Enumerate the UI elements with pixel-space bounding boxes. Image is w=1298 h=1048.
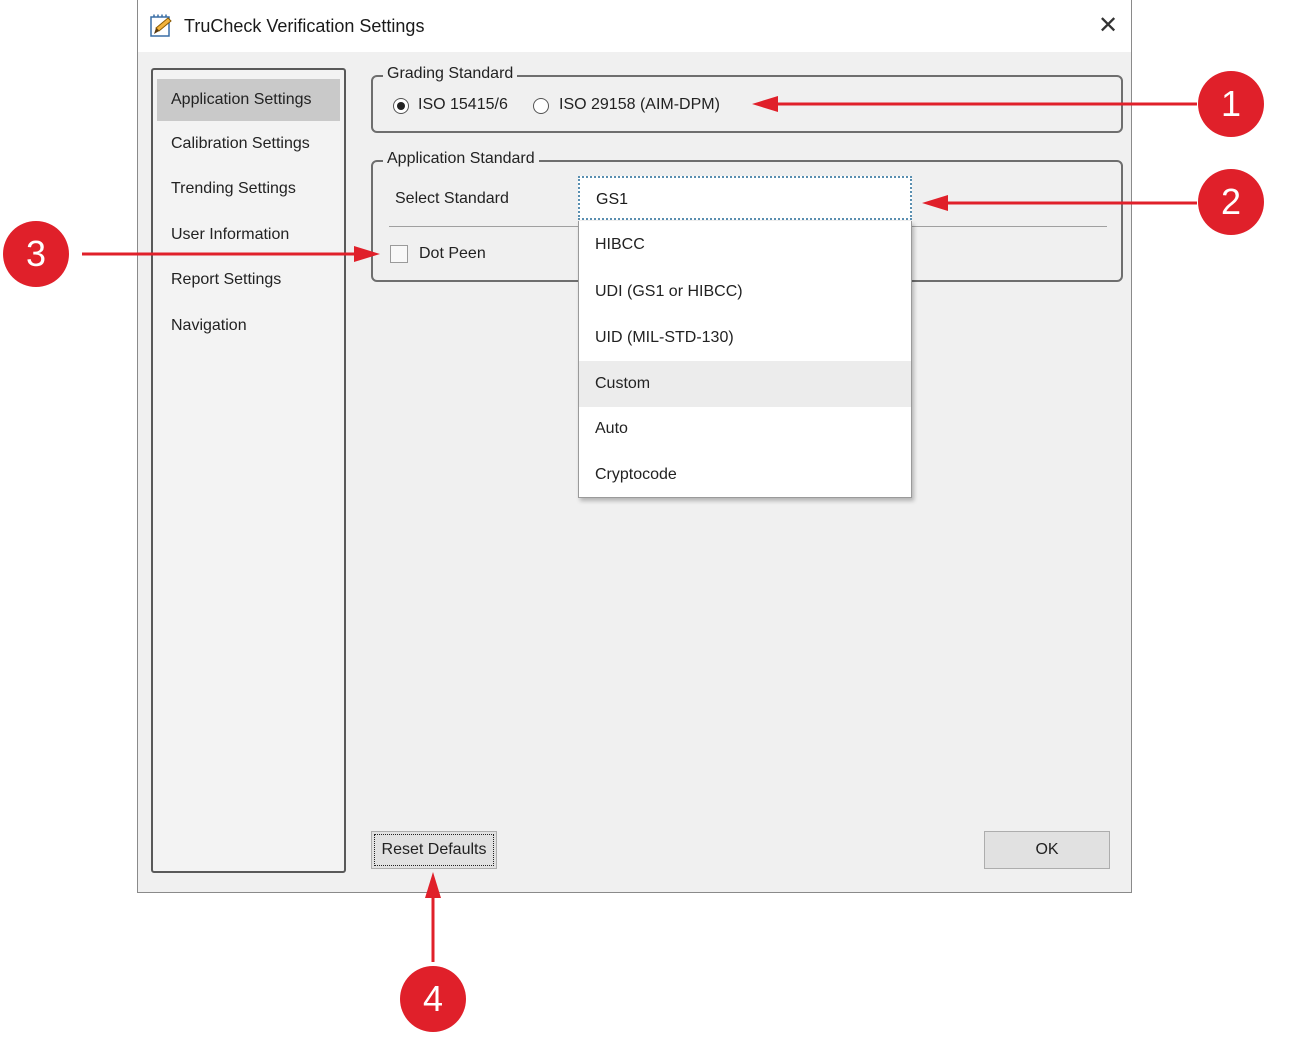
callout-2-arrowhead bbox=[922, 195, 948, 211]
callout-3-arrowhead bbox=[354, 246, 380, 262]
callout-1-arrowhead bbox=[752, 96, 778, 112]
callout-badge-3: 3 bbox=[3, 221, 69, 287]
callout-4-arrowhead bbox=[425, 872, 441, 898]
callout-badge-2: 2 bbox=[1198, 169, 1264, 235]
callout-arrows bbox=[82, 96, 1197, 962]
callout-badge-1: 1 bbox=[1198, 71, 1264, 137]
callout-badge-4: 4 bbox=[400, 966, 466, 1032]
